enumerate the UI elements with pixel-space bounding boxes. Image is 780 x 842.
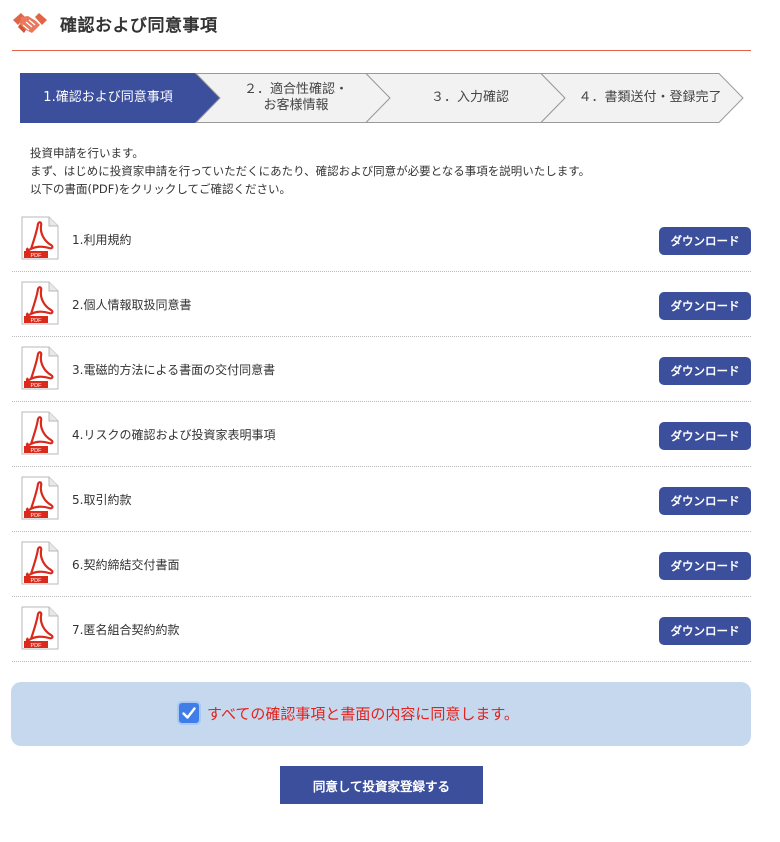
agree-and-register-button[interactable]: 同意して投資家登録する	[280, 766, 483, 804]
pdf-badge-text: PDF	[31, 318, 43, 324]
download-button-2[interactable]: ダウンロード	[659, 292, 751, 320]
document-row-3: PDF 3.電磁的方法による書面の交付同意書 ダウンロード	[12, 337, 751, 402]
download-button-1[interactable]: ダウンロード	[659, 227, 751, 255]
document-list: PDF 1.利用規約 ダウンロード PDF 2.個人情報取扱同意書 ダウンロード…	[12, 207, 751, 662]
step-1-label: 1.確認および同意事項	[43, 90, 173, 105]
intro-line-1: 投資申請を行います。	[30, 146, 144, 160]
pdf-badge-text: PDF	[31, 448, 43, 454]
step-4-label: ４．書類送付・登録完了	[578, 90, 722, 105]
pdf-badge-text: PDF	[31, 513, 43, 519]
pdf-file-icon[interactable]: PDF	[21, 346, 59, 390]
step-progress: 1.確認および同意事項 ２．適合性確認・ お客様情報 ３．入力確認 ４．書類送付…	[20, 73, 744, 123]
document-label[interactable]: 6.契約締結交付書面	[72, 556, 179, 573]
handshake-icon	[13, 13, 47, 33]
agree-label[interactable]: すべての確認事項と書面の内容に同意します。	[207, 703, 519, 724]
checkmark-icon	[182, 707, 196, 719]
agreement-box: すべての確認事項と書面の内容に同意します。	[11, 682, 751, 746]
pdf-file-icon[interactable]: PDF	[21, 411, 59, 455]
document-label[interactable]: 1.利用規約	[72, 231, 131, 248]
document-row-4: PDF 4.リスクの確認および投資家表明事項 ダウンロード	[12, 402, 751, 467]
download-button-4[interactable]: ダウンロード	[659, 422, 751, 450]
step-3-label: ３．入力確認	[430, 90, 509, 105]
intro-line-3: 以下の書面(PDF)をクリックしてご確認ください。	[30, 182, 292, 196]
document-row-2: PDF 2.個人情報取扱同意書 ダウンロード	[12, 272, 751, 337]
pdf-badge-text: PDF	[31, 578, 43, 584]
download-button-7[interactable]: ダウンロード	[659, 617, 751, 645]
page-title: 確認および同意事項	[60, 16, 218, 36]
document-row-7: PDF 7.匿名組合契約約款 ダウンロード	[12, 597, 751, 662]
pdf-file-icon[interactable]: PDF	[21, 216, 59, 260]
download-button-6[interactable]: ダウンロード	[659, 552, 751, 580]
document-row-6: PDF 6.契約締結交付書面 ダウンロード	[12, 532, 751, 597]
document-label[interactable]: 2.個人情報取扱同意書	[72, 296, 191, 313]
pdf-badge-text: PDF	[31, 253, 43, 259]
document-row-1: PDF 1.利用規約 ダウンロード	[12, 207, 751, 272]
step-2-label: ２．適合性確認・ お客様情報	[243, 82, 348, 113]
download-button-3[interactable]: ダウンロード	[659, 357, 751, 385]
pdf-badge-text: PDF	[31, 383, 43, 389]
intro-line-2: まず、はじめに投資家申請を行っていただくにあたり、確認および同意が必要となる事項…	[30, 164, 591, 178]
document-row-5: PDF 5.取引約款 ダウンロード	[12, 467, 751, 532]
pdf-file-icon[interactable]: PDF	[21, 541, 59, 585]
document-label[interactable]: 4.リスクの確認および投資家表明事項	[72, 426, 275, 443]
agreement-row: すべての確認事項と書面の内容に同意します。	[177, 701, 519, 725]
pdf-file-icon[interactable]: PDF	[21, 606, 59, 650]
download-button-5[interactable]: ダウンロード	[659, 487, 751, 515]
pdf-badge-text: PDF	[31, 643, 43, 649]
page-header: 確認および同意事項	[12, 0, 751, 51]
document-label[interactable]: 5.取引約款	[72, 491, 131, 508]
pdf-file-icon[interactable]: PDF	[21, 281, 59, 325]
document-label[interactable]: 7.匿名組合契約約款	[72, 621, 179, 638]
pdf-file-icon[interactable]: PDF	[21, 476, 59, 520]
document-label[interactable]: 3.電磁的方法による書面の交付同意書	[72, 361, 275, 378]
intro-text: 投資申請を行います。 まず、はじめに投資家申請を行っていただくにあたり、確認およ…	[30, 144, 750, 198]
agree-checkbox[interactable]	[177, 701, 201, 725]
